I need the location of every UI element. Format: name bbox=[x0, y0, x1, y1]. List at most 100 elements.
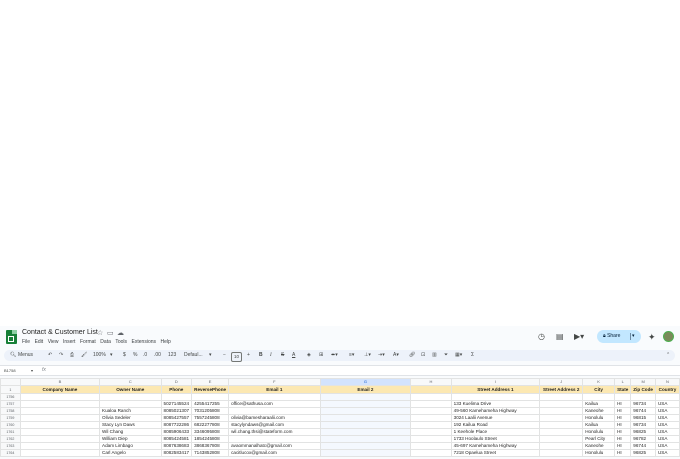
table-cell[interactable] bbox=[19, 400, 101, 408]
table-cell[interactable] bbox=[410, 435, 452, 443]
row-number[interactable]: 1 bbox=[0, 385, 21, 394]
menu-insert[interactable]: Insert bbox=[63, 339, 76, 345]
table-cell[interactable] bbox=[319, 400, 412, 408]
row-number[interactable]: 1758 bbox=[0, 407, 21, 415]
table-cell[interactable]: 8087638683 bbox=[160, 442, 193, 450]
meet-icon[interactable]: ▶▾ bbox=[574, 332, 584, 341]
fill-color-icon[interactable]: ◈ bbox=[307, 350, 311, 361]
table-cell[interactable]: USA bbox=[654, 421, 680, 429]
table-cell[interactable]: Honolulu bbox=[582, 449, 616, 457]
column-header-cell[interactable]: Owner Name bbox=[99, 385, 162, 394]
table-cell[interactable]: 96825 bbox=[630, 428, 656, 436]
table-cell[interactable] bbox=[99, 393, 162, 401]
text-color-button[interactable]: A bbox=[292, 350, 295, 361]
table-cell[interactable] bbox=[319, 414, 412, 422]
insert-comment-icon[interactable]: ⊡ bbox=[421, 350, 425, 361]
table-cell[interactable]: USA bbox=[654, 435, 680, 443]
sheets-logo-icon[interactable] bbox=[6, 330, 17, 344]
share-button[interactable]: 🔒︎ Share ▾ bbox=[597, 330, 641, 343]
print-icon[interactable]: ⎙ bbox=[70, 350, 74, 361]
document-title[interactable]: Contact & Customer List bbox=[22, 329, 98, 336]
table-cell[interactable] bbox=[319, 393, 412, 401]
star-icon[interactable]: ☆ bbox=[97, 329, 103, 337]
table-cell[interactable] bbox=[160, 393, 193, 401]
column-letter-header[interactable]: H bbox=[410, 378, 452, 386]
row-number[interactable]: 1759 bbox=[0, 414, 21, 422]
table-cell[interactable]: 8085021307 bbox=[160, 407, 193, 415]
select-all-corner[interactable] bbox=[0, 378, 21, 386]
table-cell[interactable] bbox=[19, 421, 101, 429]
table-cell[interactable] bbox=[539, 428, 584, 436]
table-cell[interactable] bbox=[539, 393, 584, 401]
menu-format[interactable]: Format bbox=[80, 339, 96, 345]
redo-icon[interactable]: ↷ bbox=[59, 350, 63, 361]
zoom-select[interactable]: 100% bbox=[93, 350, 106, 361]
column-header-cell[interactable]: Country bbox=[654, 385, 680, 394]
font-select[interactable]: Defaul... bbox=[184, 350, 203, 361]
currency-format-button[interactable]: $ bbox=[123, 350, 126, 361]
table-cell[interactable]: 49-560 Kamehameha Highway bbox=[450, 407, 541, 415]
column-letter-header[interactable]: E bbox=[191, 378, 230, 386]
table-cell[interactable] bbox=[539, 407, 584, 415]
bold-button[interactable]: B bbox=[259, 350, 263, 361]
row-number[interactable]: 1764 bbox=[0, 449, 21, 457]
table-cell[interactable]: HI bbox=[614, 449, 632, 457]
table-cell[interactable]: HI bbox=[614, 400, 632, 408]
table-cell[interactable] bbox=[654, 393, 680, 401]
chevron-down-icon[interactable]: ▾ bbox=[632, 330, 635, 343]
gemini-icon[interactable]: ✦ bbox=[648, 332, 656, 343]
table-cell[interactable]: 96744 bbox=[630, 442, 656, 450]
table-cell[interactable]: 96782 bbox=[630, 435, 656, 443]
increase-decimal-button[interactable]: .00 bbox=[154, 350, 161, 361]
column-header-cell[interactable] bbox=[410, 385, 452, 394]
table-cell[interactable] bbox=[410, 449, 452, 457]
row-number[interactable]: 1760 bbox=[0, 421, 21, 429]
table-cell[interactable] bbox=[450, 393, 541, 401]
filter-views-icon[interactable]: ▦▾ bbox=[455, 350, 462, 361]
strikethrough-button[interactable]: S bbox=[281, 350, 284, 361]
increase-font-size-icon[interactable]: + bbox=[247, 350, 250, 361]
column-letter-header[interactable]: B bbox=[19, 378, 101, 386]
table-cell[interactable]: 1 Keehole Place bbox=[450, 428, 541, 436]
table-cell[interactable]: HI bbox=[614, 407, 632, 415]
table-cell[interactable]: 96734 bbox=[630, 421, 656, 429]
table-cell[interactable]: 8085424581 bbox=[160, 435, 193, 443]
table-cell[interactable] bbox=[319, 407, 412, 415]
table-cell[interactable] bbox=[319, 421, 412, 429]
table-cell[interactable]: Stacy Lyn Daws bbox=[99, 421, 162, 429]
table-cell[interactable] bbox=[19, 442, 101, 450]
table-cell[interactable] bbox=[228, 407, 321, 415]
table-cell[interactable]: olivia@bamesharaalii.com bbox=[228, 414, 321, 422]
table-cell[interactable] bbox=[410, 414, 452, 422]
table-cell[interactable]: 45-697 Kamehameha Highway bbox=[450, 442, 541, 450]
table-cell[interactable]: wil.chang.thsi@stateform.com bbox=[228, 428, 321, 436]
row-number[interactable]: 1763 bbox=[0, 442, 21, 450]
column-header-cell[interactable]: Email 1 bbox=[228, 385, 321, 394]
table-cell[interactable] bbox=[539, 400, 584, 408]
table-cell[interactable]: 3024 Laalii Avenue bbox=[450, 414, 541, 422]
table-cell[interactable]: HI bbox=[614, 428, 632, 436]
table-cell[interactable]: 1854245808 bbox=[191, 435, 230, 443]
table-cell[interactable]: USA bbox=[654, 407, 680, 415]
table-cell[interactable]: 8082583417 bbox=[160, 449, 193, 457]
table-cell[interactable]: 8087722286 bbox=[160, 421, 193, 429]
table-cell[interactable]: 5027145524 bbox=[160, 400, 193, 408]
column-letter-header[interactable]: I bbox=[450, 378, 541, 386]
percent-format-button[interactable]: % bbox=[133, 350, 137, 361]
column-letter-header[interactable]: N bbox=[654, 378, 680, 386]
table-cell[interactable]: 7557245808 bbox=[191, 414, 230, 422]
column-header-cell[interactable]: Phone bbox=[160, 385, 193, 394]
column-letter-header[interactable]: J bbox=[539, 378, 584, 386]
number-format-button[interactable]: 123 bbox=[168, 350, 176, 361]
column-header-cell[interactable]: Email 2 bbox=[319, 385, 412, 394]
column-header-cell[interactable]: Company Name bbox=[19, 385, 101, 394]
column-header-cell[interactable]: Street Address 1 bbox=[450, 385, 541, 394]
table-cell[interactable] bbox=[19, 435, 101, 443]
menu-file[interactable]: File bbox=[22, 339, 30, 345]
table-cell[interactable]: 133 Kuelima Drive bbox=[450, 400, 541, 408]
row-number[interactable]: 1761 bbox=[0, 428, 21, 436]
table-cell[interactable]: avaommanalhatc@gmail.com bbox=[228, 442, 321, 450]
table-cell[interactable]: Kailua bbox=[582, 421, 616, 429]
table-cell[interactable]: 7218 Opaelua Street bbox=[450, 449, 541, 457]
table-cell[interactable] bbox=[539, 414, 584, 422]
